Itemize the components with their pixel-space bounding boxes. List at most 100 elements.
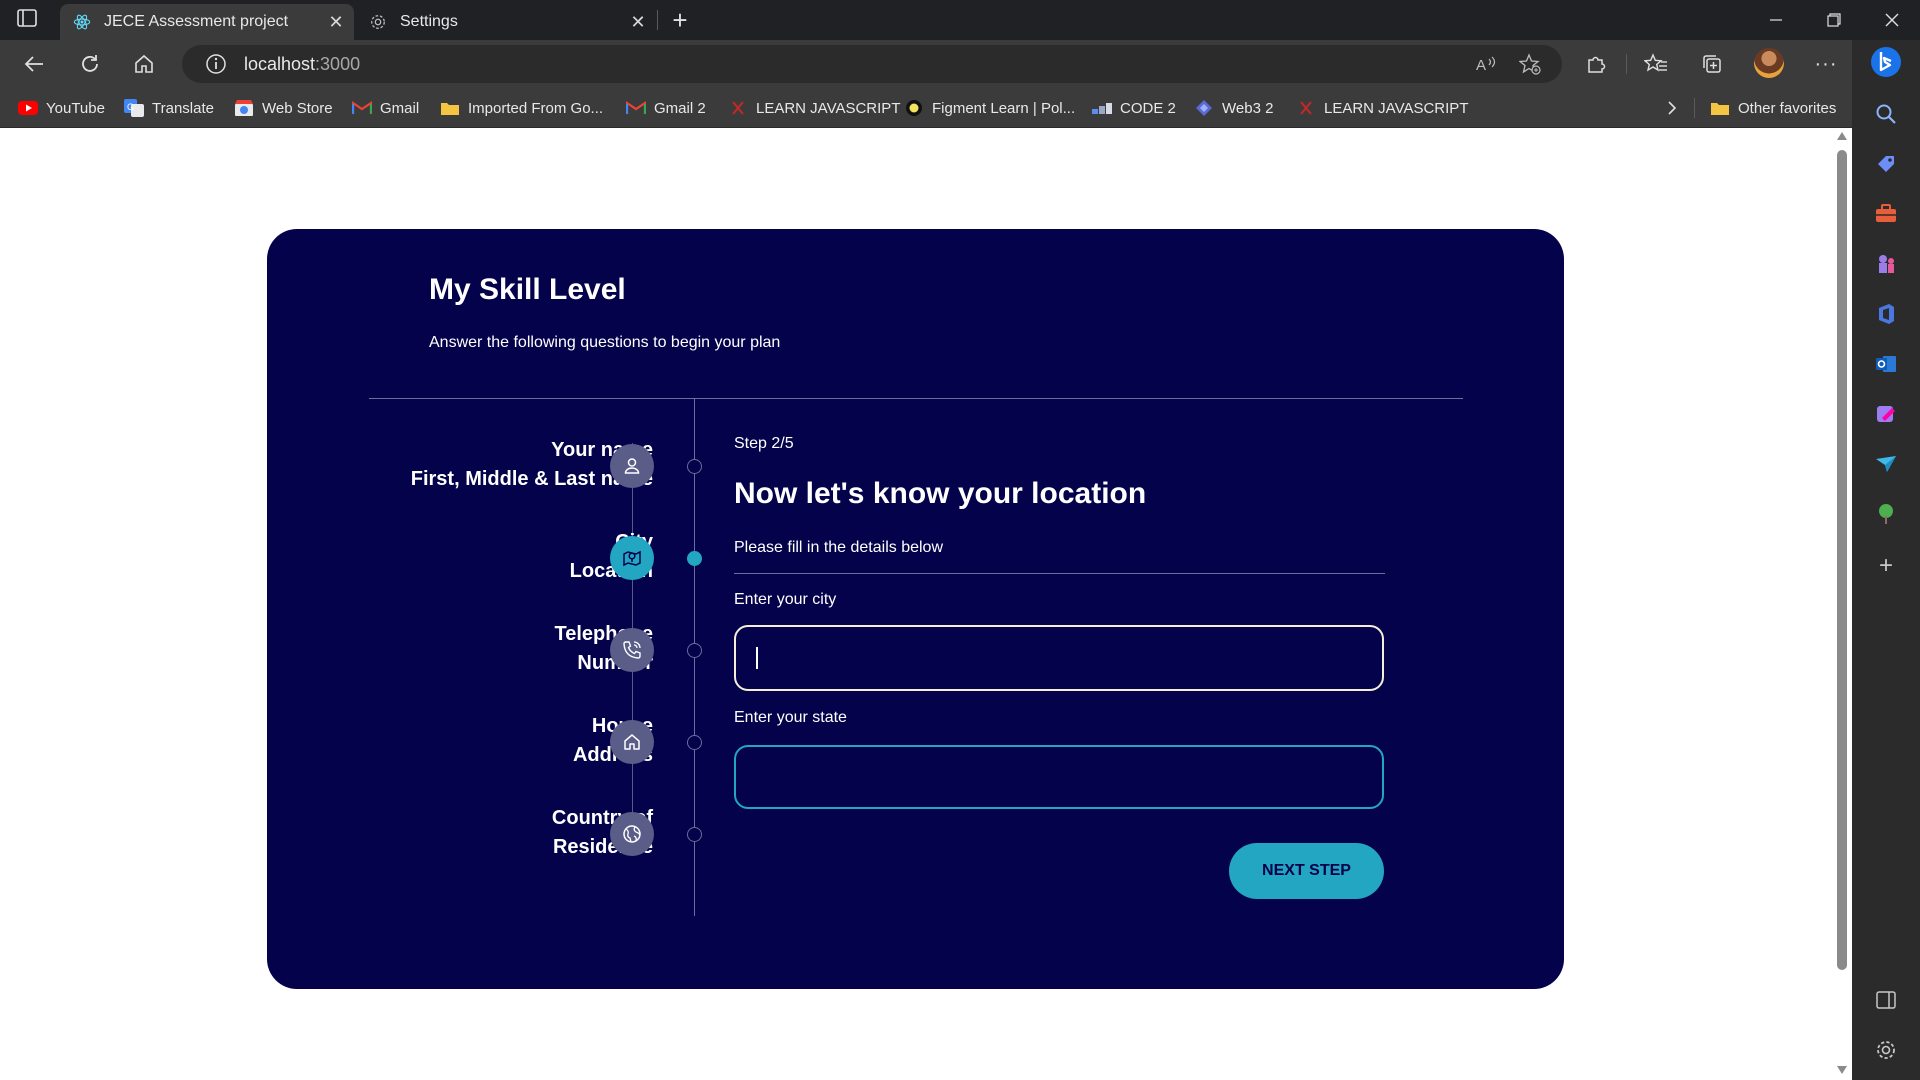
plus-icon: +: [1878, 552, 1893, 579]
url-port: :3000: [315, 53, 361, 74]
add-favorite-icon[interactable]: [1512, 45, 1548, 83]
add-sidebar-app-button[interactable]: +: [1870, 550, 1902, 582]
read-aloud-icon[interactable]: A: [1468, 45, 1504, 83]
address-bar[interactable]: localhost:3000 A: [182, 45, 1562, 83]
minimize-button[interactable]: [1748, 0, 1804, 40]
scroll-down-arrow-icon[interactable]: [1837, 1066, 1847, 1074]
profile-avatar[interactable]: [1754, 48, 1784, 78]
gmail-icon: [352, 100, 372, 116]
code-icon: [1092, 100, 1112, 116]
bookmark-label: LEARN JAVASCRIPT: [756, 99, 901, 117]
folder-icon: [1710, 100, 1730, 116]
bookmark-label: Web3 2: [1222, 99, 1274, 117]
close-icon[interactable]: ✕: [624, 8, 652, 36]
hide-sidebar-button[interactable]: [1870, 984, 1902, 1016]
shopping-button[interactable]: [1870, 148, 1902, 180]
bookmark-label: LEARN JAVASCRIPT: [1324, 99, 1469, 117]
form-hint: Please fill in the details below: [734, 539, 944, 556]
timeline-dot: [687, 551, 702, 566]
collections-button[interactable]: [1694, 48, 1730, 80]
figment-icon: [904, 100, 924, 116]
games-button[interactable]: [1870, 248, 1902, 280]
extensions-button[interactable]: [1578, 48, 1614, 80]
close-window-button[interactable]: [1864, 0, 1920, 40]
bookmark-label: Figment Learn | Pol...: [932, 99, 1076, 117]
bookmark-translate[interactable]: G Translate: [124, 96, 214, 120]
folder-icon: [440, 100, 460, 116]
bookmark-learn-javascript[interactable]: LEARN JAVASCRIPT: [728, 96, 900, 120]
bookmarks-overflow-button[interactable]: [1666, 96, 1678, 120]
tab-title: Settings: [400, 13, 458, 30]
home-button[interactable]: [126, 48, 162, 80]
tab-settings[interactable]: Settings ✕: [356, 4, 656, 40]
timeline-dot: [687, 643, 702, 658]
more-icon: ···: [1814, 52, 1838, 75]
bookmark-web3-2[interactable]: Web3 2: [1194, 96, 1273, 120]
bookmark-label: Imported From Go...: [468, 99, 604, 117]
next-step-button[interactable]: NEXT STEP: [1229, 843, 1384, 899]
info-icon[interactable]: [196, 53, 236, 75]
designer-button[interactable]: [1870, 398, 1902, 430]
collections-icon: [1703, 55, 1721, 73]
bookmark-imported-folder[interactable]: Imported From Go...: [440, 96, 603, 120]
bing-chat-button[interactable]: [1870, 46, 1902, 78]
webstore-icon: [234, 100, 254, 116]
reload-button[interactable]: [72, 48, 108, 80]
sidebar-settings-button[interactable]: [1870, 1034, 1902, 1066]
form-divider: [734, 573, 1385, 574]
tab-actions-button[interactable]: [16, 8, 44, 32]
tab-actions-icon: [17, 9, 37, 27]
bookmark-label: Gmail: [380, 99, 420, 117]
tab-bar: JECE Assessment project ✕ Settings ✕ +: [0, 0, 1920, 40]
home-icon: [610, 720, 654, 764]
user-icon: [610, 444, 654, 488]
page-title: My Skill Level: [429, 273, 626, 306]
office-icon: [1879, 304, 1894, 324]
restore-icon: [1827, 13, 1841, 27]
chevron-right-icon: [1668, 101, 1677, 115]
tab-jece-assessment[interactable]: JECE Assessment project ✕: [60, 4, 354, 40]
tag-icon: [1878, 156, 1894, 172]
scroll-up-arrow-icon[interactable]: [1837, 132, 1847, 140]
url-text: localhost:3000: [244, 54, 360, 75]
favorites-button[interactable]: [1638, 48, 1674, 80]
send-button[interactable]: [1870, 448, 1902, 480]
bookmark-gmail[interactable]: Gmail: [352, 96, 419, 120]
minimize-icon: [1770, 19, 1782, 21]
bookmark-learn-javascript-2[interactable]: LEARN JAVASCRIPT: [1296, 96, 1468, 120]
close-icon: [1885, 13, 1899, 27]
settings-more-button[interactable]: ···: [1808, 48, 1844, 80]
city-input[interactable]: [734, 625, 1384, 691]
scrollbar-thumb[interactable]: [1837, 150, 1847, 970]
back-button[interactable]: [16, 48, 52, 80]
bookmark-gmail-2[interactable]: Gmail 2: [626, 96, 706, 120]
bookmark-label: Other favorites: [1738, 99, 1837, 117]
tree-button[interactable]: [1870, 498, 1902, 530]
page-scrollbar[interactable]: [1832, 128, 1852, 1078]
close-icon[interactable]: ✕: [322, 8, 350, 36]
new-tab-button[interactable]: +: [664, 5, 696, 35]
search-icon: [1876, 104, 1896, 124]
state-input[interactable]: [734, 745, 1384, 809]
bookmark-code-2[interactable]: CODE 2: [1092, 96, 1176, 120]
bookmark-other-favorites[interactable]: Other favorites: [1710, 96, 1836, 120]
bookmark-web-store[interactable]: Web Store: [234, 96, 333, 120]
search-button[interactable]: [1870, 98, 1902, 130]
bookmark-label: Web Store: [262, 99, 333, 117]
restore-button[interactable]: [1806, 0, 1862, 40]
toolbar-separator: [1626, 54, 1627, 74]
translate-icon: G: [124, 99, 144, 117]
tab-separator: [657, 10, 658, 30]
bookmark-youtube[interactable]: YouTube: [18, 96, 105, 120]
tools-button[interactable]: [1870, 198, 1902, 230]
timeline-dot: [687, 735, 702, 750]
x-logo-icon: [728, 100, 748, 116]
office-button[interactable]: [1870, 298, 1902, 330]
outlook-button[interactable]: [1870, 348, 1902, 380]
x-logo-icon: [1296, 100, 1316, 116]
tab-title: JECE Assessment project: [104, 13, 289, 30]
timeline-dot: [687, 827, 702, 842]
youtube-icon: [18, 100, 38, 116]
bookmark-figment-learn[interactable]: Figment Learn | Pol...: [904, 96, 1075, 120]
sidebar-toggle-icon: [1876, 991, 1896, 1009]
